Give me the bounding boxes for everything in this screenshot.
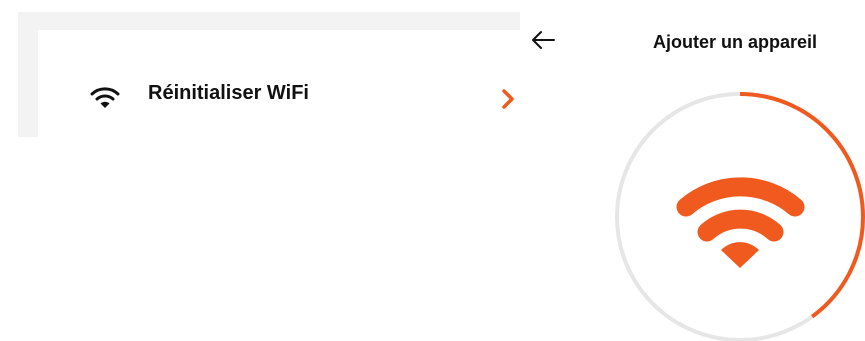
reset-wifi-row[interactable]: Réinitialiser WiFi [38, 30, 520, 137]
screen-root: Réinitialiser WiFi Ajouter un appareil [0, 0, 865, 341]
wifi-icon [90, 87, 120, 108]
chevron-right-icon [502, 89, 514, 109]
progress-ring [615, 92, 865, 341]
page-title: Ajouter un appareil [653, 32, 818, 52]
wifi-icon [676, 177, 805, 268]
arrow-left-icon[interactable] [530, 30, 556, 50]
settings-panel: Réinitialiser WiFi [18, 12, 520, 137]
reset-wifi-label: Réinitialiser WiFi [148, 82, 309, 104]
